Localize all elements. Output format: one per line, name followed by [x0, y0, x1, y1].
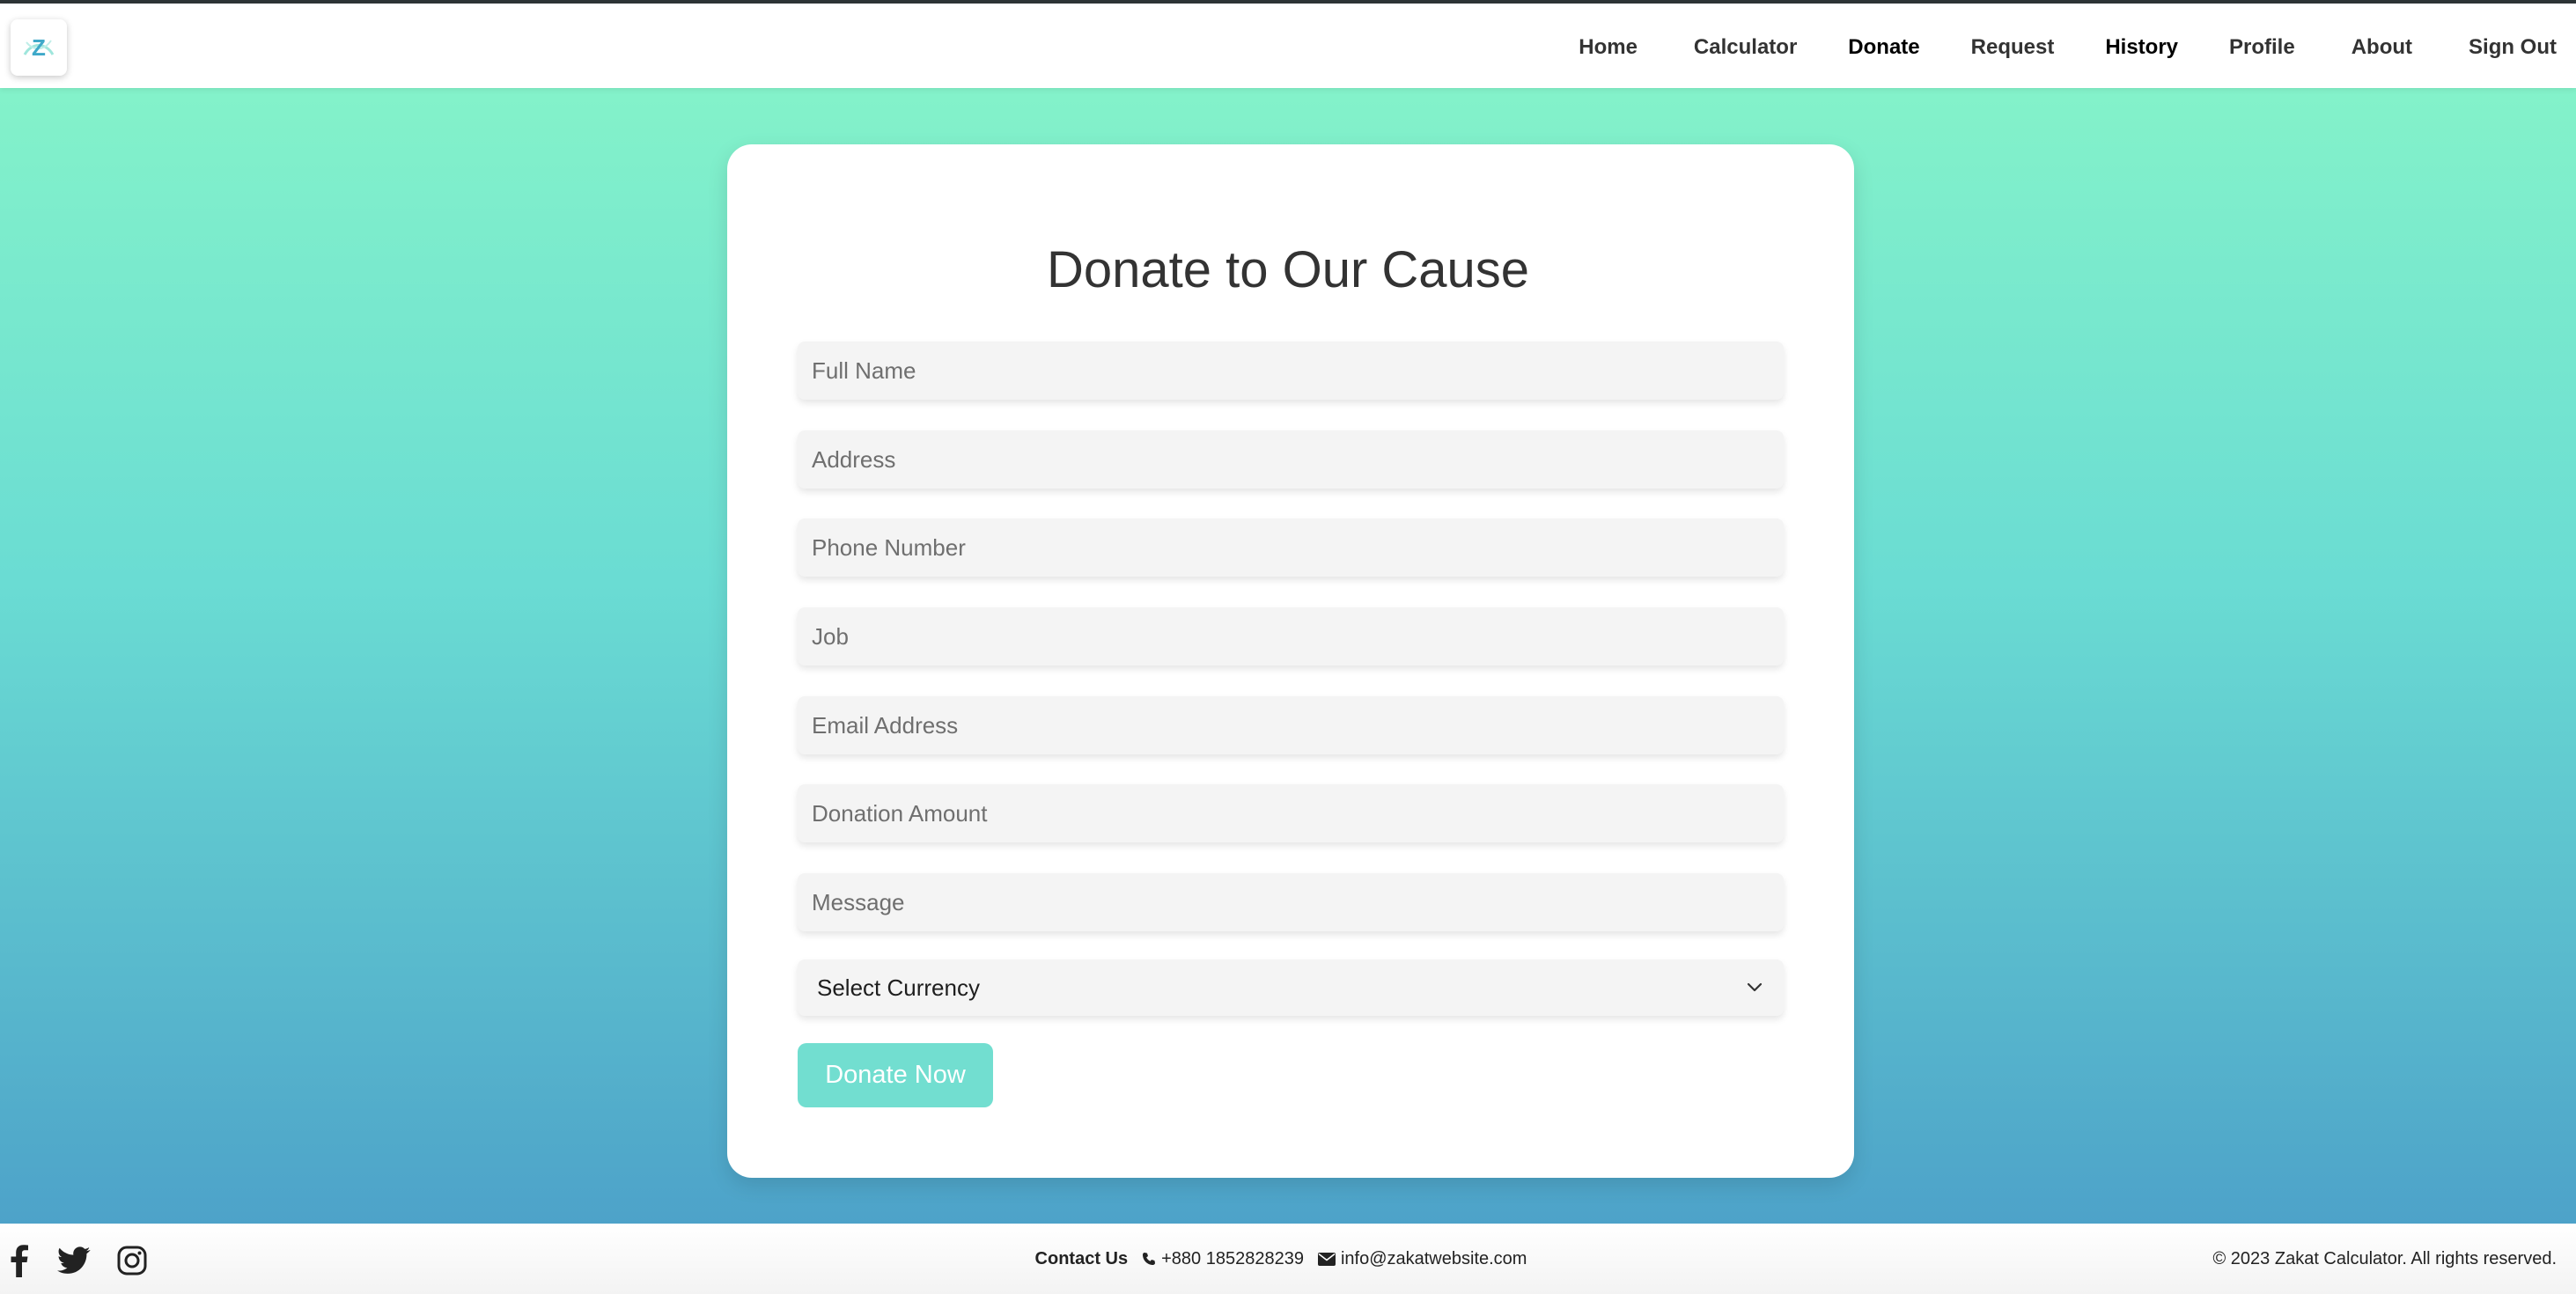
nav-history[interactable]: History	[2105, 35, 2178, 60]
contact-info: Contact Us +880 1852828239 info@zakatweb…	[0, 1224, 2576, 1294]
message-input[interactable]	[798, 873, 1784, 931]
zakat-logo-icon: Z	[23, 34, 55, 61]
nav-calculator[interactable]: Calculator	[1694, 35, 1797, 60]
email-input[interactable]	[798, 696, 1784, 754]
nav-request[interactable]: Request	[1971, 35, 2055, 60]
full-name-input[interactable]	[798, 342, 1784, 400]
contact-email[interactable]: info@zakatwebsite.com	[1317, 1248, 1527, 1269]
twitter-icon	[57, 1246, 91, 1274]
contact-phone-text: +880 1852828239	[1161, 1248, 1304, 1268]
main-nav: Home Calculator Donate Request History P…	[1579, 7, 2576, 88]
facebook-link[interactable]	[0, 1241, 39, 1280]
contact-phone[interactable]: +880 1852828239	[1142, 1249, 1304, 1269]
facebook-icon	[11, 1245, 28, 1277]
nav-donate[interactable]: Donate	[1848, 35, 1919, 60]
envelope-icon	[1317, 1252, 1336, 1266]
currency-select-value: Select Currency	[817, 974, 980, 1001]
contact-email-text: info@zakatwebsite.com	[1340, 1248, 1527, 1268]
logo[interactable]: Z	[11, 19, 67, 76]
instagram-link[interactable]	[113, 1241, 151, 1280]
donation-amount-input[interactable]	[798, 784, 1784, 842]
chevron-down-icon	[1747, 982, 1763, 992]
nav-sign-out[interactable]: Sign Out	[2469, 35, 2557, 60]
donate-now-button[interactable]: Donate Now	[798, 1043, 993, 1107]
job-input[interactable]	[798, 607, 1784, 665]
top-navbar: Z Home Calculator Donate Request History…	[0, 0, 2576, 88]
nav-about[interactable]: About	[2352, 35, 2412, 60]
contact-label: Contact Us	[1034, 1248, 1129, 1268]
currency-select[interactable]: Select Currency	[798, 959, 1784, 1016]
phone-icon	[1143, 1253, 1156, 1265]
instagram-icon	[117, 1246, 147, 1276]
copyright-text: © 2023 Zakat Calculator. All rights rese…	[2212, 1249, 2557, 1268]
footer: Contact Us +880 1852828239 info@zakatweb…	[0, 1224, 2576, 1294]
phone-number-input[interactable]	[798, 518, 1784, 577]
nav-home[interactable]: Home	[1579, 35, 1638, 60]
logo-letter: Z	[32, 34, 46, 61]
twitter-link[interactable]	[55, 1241, 93, 1280]
page-title: Donate to Our Cause	[1046, 241, 1530, 298]
address-input[interactable]	[798, 430, 1784, 489]
nav-profile[interactable]: Profile	[2229, 35, 2295, 60]
